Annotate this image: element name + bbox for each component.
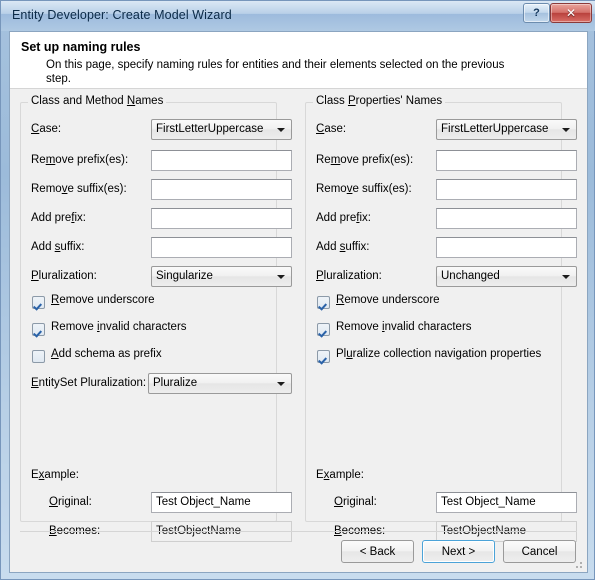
label-pluralization-right: Pluralization:	[316, 270, 382, 282]
input-remove-suffix-right[interactable]	[436, 179, 577, 200]
label-case-left: Case:	[31, 123, 62, 135]
input-add-prefix-right[interactable]	[436, 208, 577, 229]
page-description: On this page, specify naming rules for e…	[46, 59, 505, 85]
label-case-right: Case:	[316, 123, 347, 135]
resize-grip-icon[interactable]	[572, 558, 584, 570]
input-example-original-left[interactable]: Test Object_Name	[151, 492, 292, 513]
group-class-properties-names: Class Properties' Names Case: FirstLette…	[305, 95, 577, 542]
combo-pluralization-left[interactable]: Singularize	[151, 266, 292, 287]
input-example-original-right[interactable]: Test Object_Name	[436, 492, 577, 513]
chevron-down-icon	[277, 128, 285, 132]
cancel-button[interactable]: Cancel	[503, 540, 576, 563]
page-title: Set up naming rules	[21, 40, 141, 54]
combo-case-right[interactable]: FirstLetterUppercase	[436, 119, 577, 140]
input-remove-prefix-right[interactable]	[436, 150, 577, 171]
checkbox-remove-underscore-left[interactable]	[32, 296, 45, 309]
label-original-right: Original:	[334, 496, 377, 508]
label-remove-invalid-characters-left[interactable]: Remove invalid characters	[51, 321, 187, 333]
back-button[interactable]: < Back	[341, 540, 414, 563]
checkbox-add-schema-as-prefix-left[interactable]	[32, 350, 45, 363]
label-example-left: Example:	[31, 469, 79, 481]
checkbox-remove-invalid-characters-left[interactable]	[32, 323, 45, 336]
combo-case-left[interactable]: FirstLetterUppercase	[151, 119, 292, 140]
window-title: Entity Developer: Create Model Wizard	[12, 8, 232, 22]
footer-separator	[20, 531, 577, 532]
label-remove-invalid-characters-right[interactable]: Remove invalid characters	[336, 321, 472, 333]
label-original-left: Original:	[49, 496, 92, 508]
combo-entityset-pluralization-left[interactable]: Pluralize	[148, 373, 292, 394]
input-remove-prefix-left[interactable]	[151, 150, 292, 171]
chevron-down-icon	[277, 275, 285, 279]
label-pluralize-collection-navigation-properties[interactable]: Pluralize collection navigation properti…	[336, 348, 541, 360]
group-title-class-and-method-names: Class and Method Names	[28, 95, 167, 107]
combo-pluralization-right[interactable]: Unchanged	[436, 266, 577, 287]
chevron-down-icon	[562, 128, 570, 132]
checkbox-remove-underscore-right[interactable]	[317, 296, 330, 309]
help-icon[interactable]: ?	[523, 3, 550, 23]
label-add-schema-as-prefix-left[interactable]: Add schema as prefix	[51, 348, 162, 360]
label-add-prefix-right: Add prefix:	[316, 212, 371, 224]
label-add-prefix-left: Add prefix:	[31, 212, 86, 224]
close-icon[interactable]: ✕	[550, 3, 592, 23]
chevron-down-icon	[277, 382, 285, 386]
chevron-down-icon	[562, 275, 570, 279]
checkbox-remove-invalid-characters-right[interactable]	[317, 323, 330, 336]
label-add-suffix-left: Add suffix:	[31, 241, 85, 253]
label-remove-underscore-right[interactable]: Remove underscore	[336, 294, 440, 306]
input-add-suffix-left[interactable]	[151, 237, 292, 258]
dialog-client-area: Set up naming rules On this page, specif…	[9, 31, 588, 573]
label-pluralization-left: Pluralization:	[31, 270, 97, 282]
wizard-header: Set up naming rules On this page, specif…	[10, 32, 587, 89]
label-add-suffix-right: Add suffix:	[316, 241, 370, 253]
group-title-class-properties-names: Class Properties' Names	[313, 95, 446, 107]
label-example-right: Example:	[316, 469, 364, 481]
title-bar[interactable]: Entity Developer: Create Model Wizard ? …	[1, 1, 595, 31]
label-remove-underscore-left[interactable]: Remove underscore	[51, 294, 155, 306]
input-remove-suffix-left[interactable]	[151, 179, 292, 200]
input-add-prefix-left[interactable]	[151, 208, 292, 229]
label-remove-prefix-left: Remove prefix(es):	[31, 154, 129, 166]
label-remove-prefix-right: Remove prefix(es):	[316, 154, 414, 166]
next-button[interactable]: Next >	[422, 540, 495, 563]
input-add-suffix-right[interactable]	[436, 237, 577, 258]
label-entityset-pluralization-left: EntitySet Pluralization:	[31, 377, 147, 389]
label-remove-suffix-right: Remove suffix(es):	[316, 183, 412, 195]
wizard-window: Entity Developer: Create Model Wizard ? …	[0, 0, 595, 580]
checkbox-pluralize-collection-navigation-properties[interactable]	[317, 350, 330, 363]
label-remove-suffix-left: Remove suffix(es):	[31, 183, 127, 195]
group-class-and-method-names: Class and Method Names Case: FirstLetter…	[20, 95, 292, 542]
